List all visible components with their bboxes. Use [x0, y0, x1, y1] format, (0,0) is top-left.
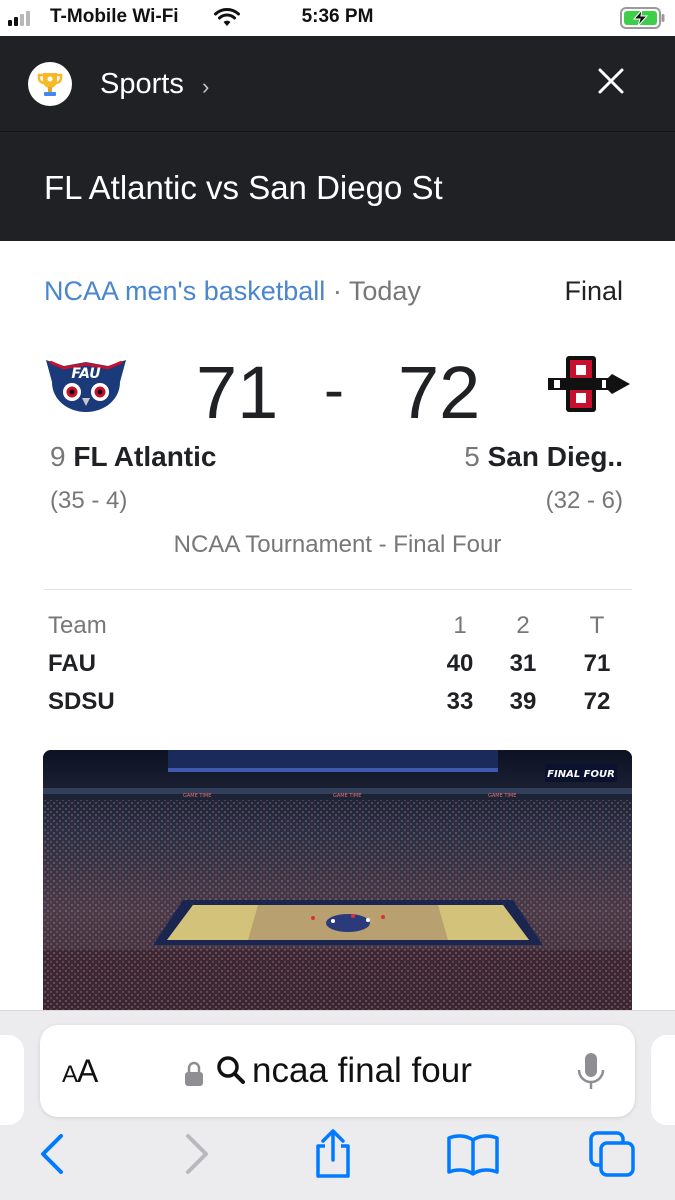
close-icon[interactable]	[596, 66, 626, 96]
header-team: Team	[48, 612, 107, 639]
linescore-table: Team 1 2 T FAU 40 31 71 SDSU 33 39 72	[48, 612, 618, 726]
book-icon	[447, 1134, 499, 1176]
trophy-icon	[28, 62, 72, 106]
share-icon	[316, 1129, 350, 1178]
row-half-1: 33	[446, 688, 474, 715]
league-row: NCAA men's basketball · Today	[44, 276, 421, 307]
home-team[interactable]: 9 FL Atlantic	[50, 441, 216, 473]
svg-text:GAME TIME: GAME TIME	[183, 793, 211, 799]
linescore-row-fau: FAU 40 31 71	[48, 650, 618, 688]
row-total: 71	[583, 650, 611, 677]
address-query[interactable]: ncaa final four	[252, 1051, 472, 1091]
separator-dot: ·	[332, 276, 342, 306]
game-status: Final	[564, 276, 623, 306]
back-button[interactable]	[22, 1124, 82, 1184]
sports-breadcrumb-link[interactable]: Sports	[100, 68, 184, 101]
microphone-icon[interactable]	[574, 1051, 608, 1093]
league-link[interactable]: NCAA men's basketball	[44, 276, 325, 306]
arena-image: GAME TIME GAME TIME GAME TIME FINAL FOUR	[43, 750, 632, 1020]
share-button[interactable]	[303, 1124, 363, 1184]
home-team-name: FL Atlantic	[73, 441, 217, 472]
search-icon	[217, 1056, 245, 1084]
row-half-1: 40	[446, 650, 474, 677]
card-divider	[44, 589, 632, 590]
away-team-name: San Dieg..	[487, 441, 623, 472]
header-divider	[0, 131, 675, 132]
battery-charging-icon	[620, 7, 665, 29]
home-seed: 9	[50, 441, 66, 472]
linescore-row-sdsu: SDSU 33 39 72	[48, 688, 618, 726]
game-date: Today	[348, 276, 421, 306]
video-thumbnail[interactable]: GAME TIME GAME TIME GAME TIME FINAL FOUR	[43, 750, 632, 1020]
previous-tab-preview[interactable]	[0, 1035, 24, 1125]
score-separator: -	[324, 356, 344, 423]
header-half-1: 1	[453, 612, 467, 639]
away-record: (32 - 6)	[545, 487, 623, 514]
bookmarks-button[interactable]	[443, 1124, 503, 1184]
sdsu-logo[interactable]	[546, 354, 632, 414]
chevron-left-icon	[41, 1134, 63, 1174]
forward-button[interactable]	[167, 1124, 227, 1184]
header-total: T	[589, 612, 605, 639]
lock-icon	[185, 1061, 203, 1086]
away-seed: 5	[464, 441, 480, 472]
svg-text:FINAL FOUR: FINAL FOUR	[547, 769, 615, 780]
tabs-icon	[589, 1131, 635, 1177]
svg-text:FAU: FAU	[71, 366, 101, 382]
text-size-button[interactable]: AA	[62, 1053, 98, 1090]
row-team: SDSU	[48, 688, 115, 715]
chevron-right-icon	[186, 1134, 208, 1174]
chevron-right-icon: ›	[202, 74, 210, 99]
row-half-2: 31	[509, 650, 537, 677]
away-score: 72	[398, 351, 481, 434]
svg-text:GAME TIME: GAME TIME	[333, 793, 361, 799]
svg-text:GAME TIME: GAME TIME	[488, 793, 516, 799]
tabs-button[interactable]	[582, 1124, 642, 1184]
address-bar[interactable]: AA ncaa final four	[40, 1025, 635, 1117]
away-team[interactable]: 5 San Dieg..	[464, 441, 623, 473]
row-total: 72	[583, 688, 611, 715]
row-team: FAU	[48, 650, 96, 677]
home-record: (35 - 4)	[50, 487, 128, 514]
linescore-header-row: Team 1 2 T	[48, 612, 618, 650]
header-half-2: 2	[516, 612, 530, 639]
fau-owl-logo[interactable]: FAU	[44, 352, 128, 414]
home-score: 71	[196, 351, 279, 434]
next-tab-preview[interactable]	[651, 1035, 675, 1125]
tournament-round: NCAA Tournament - Final Four	[173, 531, 502, 558]
status-bar: T-Mobile Wi-Fi 5:36 PM	[0, 0, 675, 36]
sports-panel-header: Sports › FL Atlantic vs San Diego St	[0, 36, 675, 241]
matchup-title: FL Atlantic vs San Diego St	[44, 169, 443, 206]
clock: 5:36 PM	[301, 6, 374, 27]
row-half-2: 39	[509, 688, 537, 715]
